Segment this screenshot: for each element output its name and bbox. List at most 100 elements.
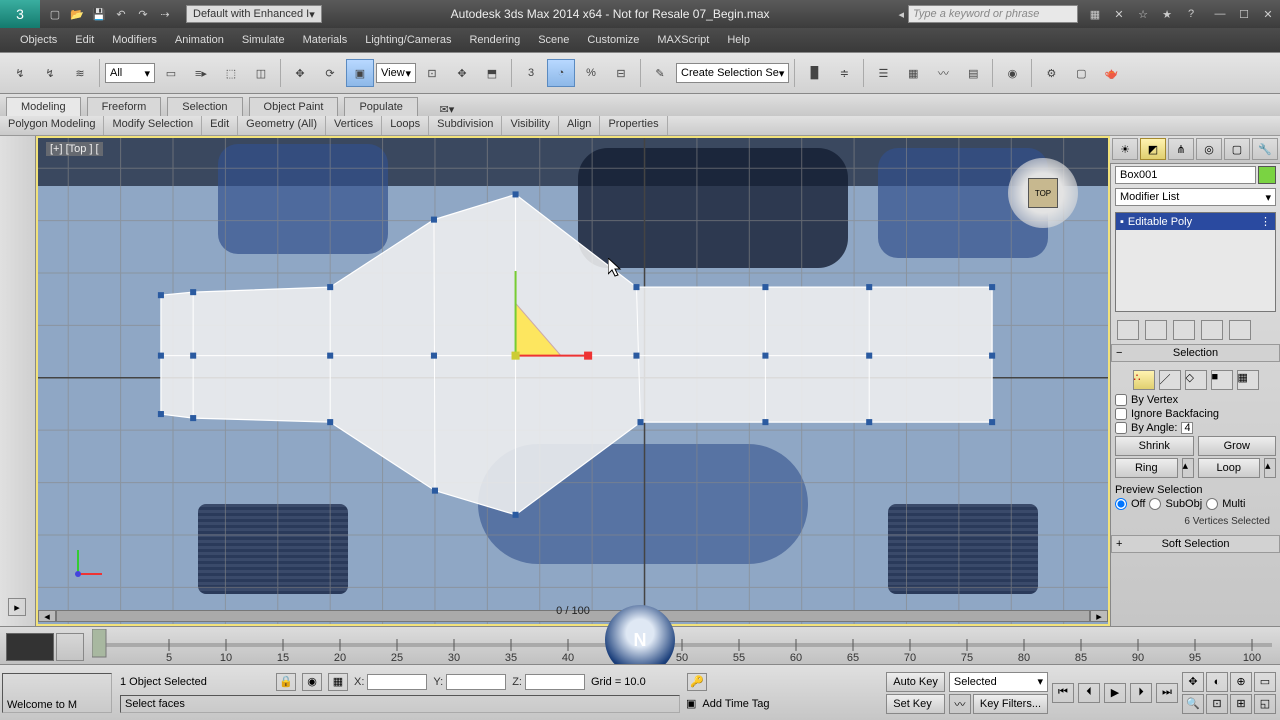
percent-snap-icon[interactable]: %	[577, 59, 605, 87]
nav-orbit-icon[interactable]: ⊕	[1230, 672, 1252, 692]
subobj-edge-icon[interactable]: ／	[1159, 370, 1181, 390]
curve-editor-icon[interactable]: 〰	[929, 59, 957, 87]
set-key-button[interactable]: Set Key	[886, 694, 945, 714]
loop-button[interactable]: Loop	[1198, 458, 1261, 478]
tab-freeform[interactable]: Freeform	[87, 97, 162, 116]
unlink-icon[interactable]: ↯	[36, 59, 64, 87]
rsub-poly-modeling[interactable]: Polygon Modeling	[0, 116, 104, 135]
rsub-loops[interactable]: Loops	[382, 116, 429, 135]
angle-snap-icon[interactable]: ◔	[547, 59, 575, 87]
nav-maximize-icon[interactable]: ◱	[1254, 694, 1276, 714]
select-link-icon[interactable]: ↯	[6, 59, 34, 87]
menu-maxscript[interactable]: MAXScript	[657, 34, 709, 46]
coord-x-field[interactable]	[367, 674, 427, 690]
menu-scene[interactable]: Scene	[538, 34, 569, 46]
object-name-field[interactable]: Box001	[1115, 166, 1256, 184]
search-input[interactable]: Type a keyword or phrase	[908, 5, 1078, 23]
prev-frame-icon[interactable]: ⏴	[1078, 683, 1100, 703]
undo-icon[interactable]: ↶	[112, 5, 130, 23]
hierarchy-icon[interactable]: ⋔	[1168, 138, 1194, 160]
rsub-subdivision[interactable]: Subdivision	[429, 116, 502, 135]
unique-icon[interactable]	[1173, 320, 1195, 340]
align-icon[interactable]: ≑	[830, 59, 858, 87]
ring-button[interactable]: Ring	[1115, 458, 1178, 478]
add-time-tag[interactable]: Add Time Tag	[702, 698, 769, 710]
menu-rendering[interactable]: Rendering	[469, 34, 520, 46]
redo-icon[interactable]: ↷	[134, 5, 152, 23]
viewcube-face[interactable]: TOP	[1028, 178, 1058, 208]
color-swatch[interactable]	[1258, 166, 1276, 184]
timeline[interactable]: 5101520253035404550556065707580859095100…	[0, 626, 1280, 666]
scroll-left-icon[interactable]: ◂	[38, 610, 56, 622]
time-tag-icon[interactable]: ▣	[686, 697, 696, 710]
tab-populate[interactable]: Populate	[344, 97, 417, 116]
menu-edit[interactable]: Edit	[75, 34, 94, 46]
ignore-backfacing-check[interactable]	[1115, 408, 1127, 420]
subobj-border-icon[interactable]: ◇	[1185, 370, 1207, 390]
menu-modifiers[interactable]: Modifiers	[112, 34, 157, 46]
goto-end-icon[interactable]: ⏭	[1156, 683, 1178, 703]
keymode-icon[interactable]: 〰	[949, 694, 971, 714]
time-scrollbar[interactable]: ◂ 0 / 100 ▸	[38, 610, 1108, 622]
signin-icon[interactable]: ▦	[1086, 5, 1104, 23]
preview-multi-radio[interactable]	[1206, 498, 1218, 510]
viewcube[interactable]: TOP	[1008, 158, 1078, 228]
utilities-icon[interactable]: 🔧	[1252, 138, 1278, 160]
by-angle-check[interactable]	[1115, 422, 1127, 434]
chevron-left-icon[interactable]: ◂	[898, 8, 904, 21]
help-icon[interactable]: ?	[1182, 5, 1200, 23]
rsub-modify-selection[interactable]: Modify Selection	[104, 116, 202, 135]
grow-button[interactable]: Grow	[1198, 436, 1277, 456]
next-frame-icon[interactable]: ⏵	[1130, 683, 1152, 703]
shrink-button[interactable]: Shrink	[1115, 436, 1194, 456]
menu-customize[interactable]: Customize	[587, 34, 639, 46]
refcoord-dropdown[interactable]: View▾	[376, 63, 416, 83]
manip-icon[interactable]: ✥	[448, 59, 476, 87]
select-name-icon[interactable]: ≡▸	[187, 59, 215, 87]
pin-stack-icon[interactable]	[1117, 320, 1139, 340]
pivot-icon[interactable]: ⊡	[418, 59, 446, 87]
key-filters-button[interactable]: Key Filters...	[973, 694, 1048, 714]
motion-icon[interactable]: ◎	[1196, 138, 1222, 160]
by-vertex-check[interactable]	[1115, 394, 1127, 406]
minimize-icon[interactable]: —	[1208, 4, 1232, 24]
modifier-stack[interactable]: ▪Editable Poly⋮	[1115, 212, 1276, 312]
viewport-label[interactable]: [+] [Top ] [	[46, 142, 103, 156]
schematic-icon[interactable]: ▤	[959, 59, 987, 87]
workspace-selector[interactable]: Default with Enhanced I▾	[186, 5, 322, 23]
move-icon[interactable]: ✥	[286, 59, 314, 87]
auto-key-button[interactable]: Auto Key	[886, 672, 945, 692]
material-editor-icon[interactable]: ◉	[998, 59, 1026, 87]
selection-lock-icon[interactable]: ▦	[328, 673, 348, 691]
display-icon[interactable]: ▢	[1224, 138, 1250, 160]
rsub-vertices[interactable]: Vertices	[326, 116, 382, 135]
spinner-snap-icon[interactable]: ⊟	[607, 59, 635, 87]
key-icon[interactable]: 🔑	[687, 673, 707, 691]
save-icon[interactable]: 💾	[90, 5, 108, 23]
named-sel-set[interactable]: Create Selection Se▾	[676, 63, 789, 83]
preview-off-radio[interactable]	[1115, 498, 1127, 510]
stack-editable-poly[interactable]: ▪Editable Poly⋮	[1116, 213, 1275, 230]
play-icon[interactable]: ▶	[1104, 683, 1126, 703]
trackbar-preview[interactable]	[56, 633, 84, 661]
exchange-icon[interactable]: ✕	[1110, 5, 1128, 23]
menu-help[interactable]: Help	[727, 34, 750, 46]
subobj-polygon-icon[interactable]: ■	[1211, 370, 1233, 390]
rect-region-icon[interactable]: ⬚	[217, 59, 245, 87]
snap-icon[interactable]: 3	[517, 59, 545, 87]
subobj-vertex-icon[interactable]: ∴	[1133, 370, 1155, 390]
nav-fov-icon[interactable]: ▭	[1254, 672, 1276, 692]
nav-zoomext-icon[interactable]: ⊞	[1230, 694, 1252, 714]
viewport[interactable]: [+] [Top ] [ TOP ◂ 0 / 100 ▸	[36, 136, 1110, 626]
edged-faces-icon[interactable]: ◩	[1140, 138, 1166, 160]
light-toggle-icon[interactable]: ☀	[1112, 138, 1138, 160]
preview-subobj-radio[interactable]	[1149, 498, 1161, 510]
rsub-edit[interactable]: Edit	[202, 116, 238, 135]
window-crossing-icon[interactable]: ◫	[247, 59, 275, 87]
graphite-icon[interactable]: ▦	[899, 59, 927, 87]
app-menu-button[interactable]: 3	[0, 0, 40, 28]
nav-zoomall-icon[interactable]: ⊡	[1206, 694, 1228, 714]
subobj-element-icon[interactable]: ▦	[1237, 370, 1259, 390]
show-end-icon[interactable]	[1145, 320, 1167, 340]
scroll-right-icon[interactable]: ▸	[1090, 610, 1108, 622]
